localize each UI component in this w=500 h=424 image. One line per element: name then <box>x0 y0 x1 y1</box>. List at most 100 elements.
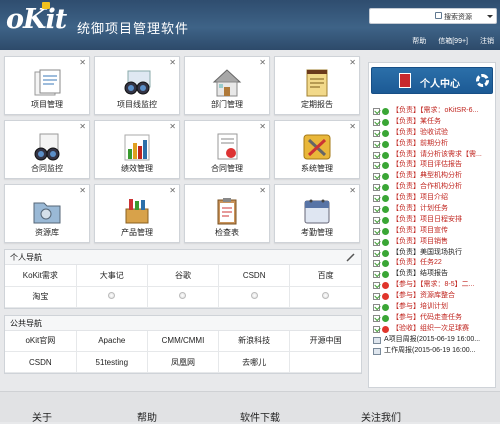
nav-link[interactable]: 大事记 <box>76 265 148 287</box>
close-icon[interactable]: ✕ <box>169 58 176 67</box>
status-dot-icon <box>382 271 389 279</box>
nav-link[interactable]: 51testing <box>76 351 148 373</box>
task-check-icon <box>373 227 380 235</box>
close-icon[interactable]: ✕ <box>349 58 356 67</box>
close-icon[interactable]: ✕ <box>259 186 266 195</box>
task-item[interactable]: 【负责】项目评估报告 <box>373 160 495 171</box>
close-icon[interactable]: ✕ <box>259 58 266 67</box>
tile-performance-management[interactable]: ✕ 绩效管理 <box>94 120 180 179</box>
close-icon[interactable]: ✕ <box>79 122 86 131</box>
tile-resource-library[interactable]: ✕ 资源库 <box>4 184 90 243</box>
task-item[interactable]: 【参与】代码走查任务 <box>373 313 495 324</box>
task-item[interactable]: 【负责】计划任务 <box>373 204 495 215</box>
empty-slot <box>147 286 220 308</box>
header: oKit 统御项目管理软件 搜索资源 帮助 信箱[99+] 注销 <box>0 0 500 50</box>
nav-link[interactable]: CSDN <box>5 351 77 373</box>
footer: 关于 帮助 软件下载 关注我们 <box>0 391 500 424</box>
tile-product-management[interactable]: ✕ 产品管理 <box>94 184 180 243</box>
nav-link[interactable]: 淘宝 <box>5 286 77 308</box>
tile-project-management[interactable]: ✕ 项目管理 <box>4 56 90 115</box>
nav-link[interactable]: Apache <box>76 330 148 352</box>
task-item[interactable]: 【负责】某任务 <box>373 117 495 128</box>
search-button[interactable]: 搜索资源 <box>434 11 496 22</box>
task-item[interactable]: 【负责】前期分析 <box>373 139 495 150</box>
app-logo[interactable]: oKit <box>6 2 67 35</box>
close-icon[interactable]: ✕ <box>169 122 176 131</box>
tile-checklist[interactable]: ✕ 检查表 <box>184 184 270 243</box>
tile-periodic-report[interactable]: ✕ 定期报告 <box>274 56 360 115</box>
nav-link[interactable]: 新浪科技 <box>218 330 291 352</box>
task-check-icon <box>373 140 380 148</box>
nav-link[interactable]: 开源中国 <box>289 330 361 352</box>
status-dot-icon <box>382 238 389 246</box>
task-item[interactable]: 【负责】典型机构分析 <box>373 171 495 182</box>
logout-link[interactable]: 注销 <box>480 36 494 46</box>
close-icon[interactable]: ✕ <box>79 186 86 195</box>
task-item[interactable]: 【参与】【需求：8-5】二... <box>373 280 495 291</box>
task-item[interactable]: 【负责】合作机构分析 <box>373 182 495 193</box>
nav-link[interactable]: KoKit需求 <box>5 265 77 287</box>
nav-link[interactable]: 凤凰网 <box>147 351 220 373</box>
close-icon[interactable]: ✕ <box>259 122 266 131</box>
status-dot-icon <box>382 129 389 137</box>
task-item[interactable]: 【负责】请分析该需求【需... <box>373 150 495 161</box>
nav-link[interactable]: 去哪儿 <box>218 351 291 373</box>
user-center-button[interactable]: 个人中心 <box>371 67 493 94</box>
status-dot-icon <box>382 227 389 235</box>
help-link[interactable]: 帮助 <box>412 36 426 46</box>
task-check-icon <box>373 282 380 290</box>
edit-icon[interactable] <box>346 253 355 262</box>
tile-contract-monitor[interactable]: ✕ 合同监控 <box>4 120 90 179</box>
nav-link[interactable]: 谷歌 <box>147 265 220 287</box>
search-input[interactable] <box>372 10 432 22</box>
status-dot-icon <box>382 118 389 126</box>
task-item[interactable]: 【负责】项目日程安排 <box>373 215 495 226</box>
gear-icon[interactable] <box>476 74 489 87</box>
tile-department-management[interactable]: ✕ 部门管理 <box>184 56 270 115</box>
task-check-icon <box>373 162 380 170</box>
task-item[interactable]: 【参与】培训计划 <box>373 302 495 313</box>
task-label: 【负责】验收试验 <box>392 128 448 136</box>
task-label: 【负责】典型机构分析 <box>392 172 462 180</box>
status-dot-icon <box>382 108 389 115</box>
task-item[interactable]: A项目周报(2015-06-19 16:00... <box>373 335 495 346</box>
task-label: 【负责】任务22 <box>392 259 442 267</box>
task-item[interactable]: 【负责】美国现场执行 <box>373 248 495 259</box>
task-item[interactable]: 【验收】组织一次足球赛 <box>373 324 495 335</box>
task-item[interactable]: 【负责】验收试验 <box>373 128 495 139</box>
calendar-icon <box>304 199 330 224</box>
tile-project-line-monitor[interactable]: ✕ 项目线监控 <box>94 56 180 115</box>
close-icon[interactable]: ✕ <box>169 186 176 195</box>
status-dot-icon <box>382 282 389 290</box>
task-label: 【负责】美国现场执行 <box>392 248 462 256</box>
status-dot-icon <box>382 162 389 170</box>
folder-icon <box>33 202 61 224</box>
close-icon[interactable]: ✕ <box>79 58 86 67</box>
app-title: 统御项目管理软件 <box>77 21 190 36</box>
task-item[interactable]: 【负责】项目宣传 <box>373 226 495 237</box>
tile-attendance-management[interactable]: ✕ 考勤管理 <box>274 184 360 243</box>
nav-link[interactable]: CMM/CMMI <box>147 330 220 352</box>
mailbox-link[interactable]: 信箱[99+] <box>438 36 468 46</box>
top-links: 帮助 信箱[99+] 注销 <box>412 36 494 46</box>
task-label: 【负责】项目宣传 <box>392 226 448 234</box>
task-item[interactable]: 【负责】【需求：oKitSR-6... <box>373 106 495 117</box>
task-item[interactable]: 【参与】资源库整合 <box>373 291 495 302</box>
task-label: A项目周报(2015-06-19 16:00... <box>384 335 481 343</box>
house-icon <box>212 69 242 97</box>
close-icon[interactable]: ✕ <box>349 122 356 131</box>
checklist-icon <box>217 198 237 225</box>
task-item[interactable]: 【负责】结项报告 <box>373 269 495 280</box>
task-item[interactable]: 【负责】项目介绍 <box>373 193 495 204</box>
tile-system-management[interactable]: ✕ 系统管理 <box>274 120 360 179</box>
nav-link[interactable]: CSDN <box>218 265 291 287</box>
nav-link[interactable]: oKit官网 <box>5 330 77 352</box>
nav-link[interactable]: 百度 <box>289 265 361 287</box>
tile-contract-management[interactable]: ✕ 合同管理 <box>184 120 270 179</box>
close-icon[interactable]: ✕ <box>349 186 356 195</box>
empty-slot <box>218 286 291 308</box>
task-item[interactable]: 工作周报(2015-06-19 16:00... <box>373 346 495 357</box>
task-item[interactable]: 【负责】项目销售 <box>373 237 495 248</box>
task-check-icon <box>373 184 380 192</box>
task-item[interactable]: 【负责】任务22 <box>373 258 495 269</box>
